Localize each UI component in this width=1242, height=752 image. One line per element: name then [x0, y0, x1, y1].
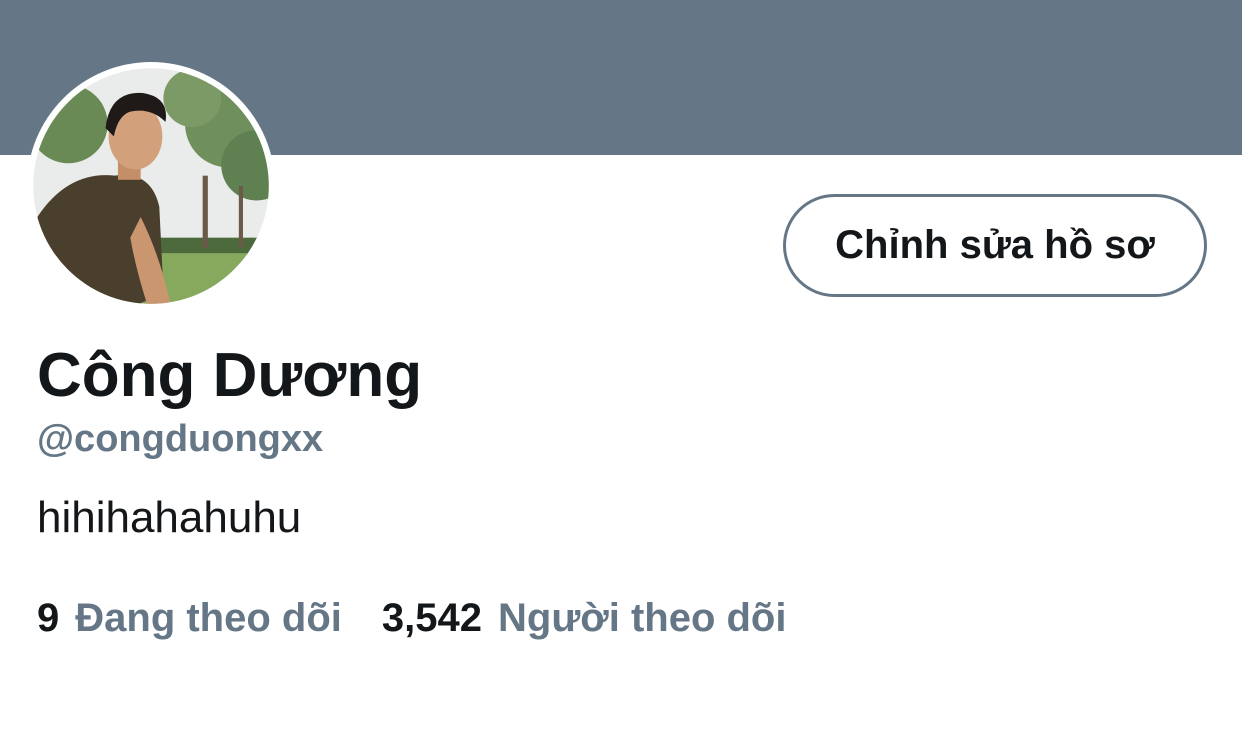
following-link[interactable]: 9 Đang theo dõi: [37, 594, 342, 642]
followers-label: Người theo dõi: [498, 596, 787, 640]
display-name: Công Dương: [37, 341, 423, 410]
follow-stats: 9 Đang theo dõi 3,542 Người theo dõi: [37, 594, 786, 642]
profile-page: Chỉnh sửa hồ sơ Công Dương @congduongxx …: [0, 0, 1242, 752]
username-handle: @congduongxx: [37, 418, 324, 460]
following-count: 9: [37, 596, 60, 640]
avatar-photo: [33, 68, 269, 304]
followers-count: 3,542: [381, 596, 482, 640]
profile-bio: hihihahahuhu: [37, 493, 302, 542]
avatar[interactable]: [27, 62, 275, 310]
edit-profile-button[interactable]: Chỉnh sửa hồ sơ: [783, 194, 1207, 297]
following-label: Đang theo dõi: [75, 596, 342, 640]
followers-link[interactable]: 3,542 Người theo dõi: [382, 594, 787, 642]
